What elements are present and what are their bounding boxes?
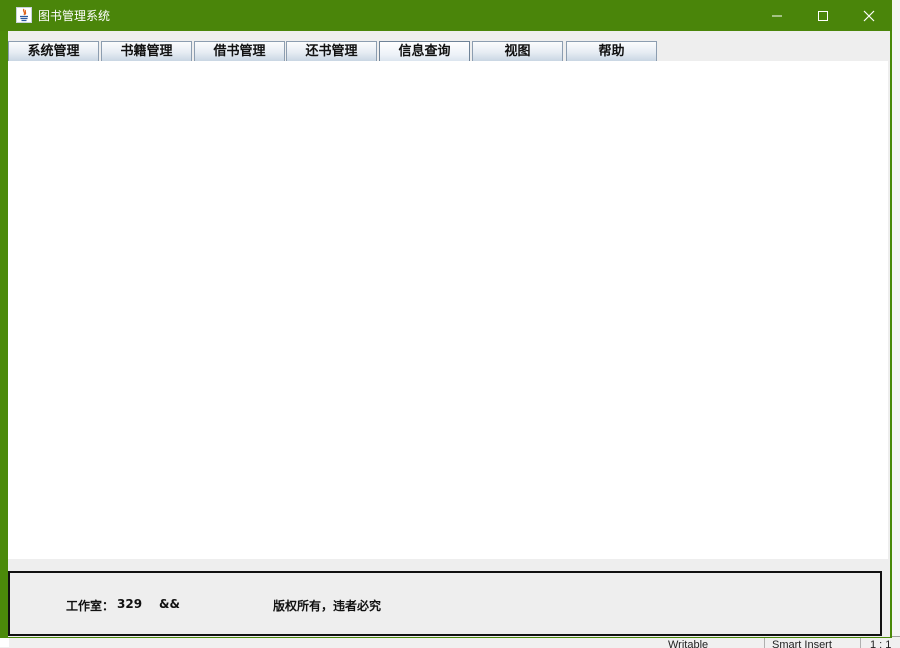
copyright-text: 版权所有，违者必究 bbox=[273, 599, 382, 613]
maximize-icon bbox=[818, 11, 828, 21]
tab-borrow-management[interactable]: 借书管理 bbox=[194, 41, 285, 61]
minimize-button[interactable] bbox=[754, 0, 800, 31]
main-content-panel bbox=[8, 61, 888, 559]
footer-panel: 工作室： 329 && 版权所有，违者必究 bbox=[8, 571, 882, 636]
client-area: 系统管理 书籍管理 借书管理 还书管理 信息查询 视图 帮助 工作室： 329 … bbox=[8, 31, 890, 637]
tab-bar: 系统管理 书籍管理 借书管理 还书管理 信息查询 视图 帮助 bbox=[8, 41, 890, 63]
maximize-button[interactable] bbox=[800, 0, 846, 31]
tab-info-query[interactable]: 信息查询 bbox=[379, 41, 470, 63]
background-status-separator bbox=[860, 637, 861, 648]
window-title: 图书管理系统 bbox=[38, 9, 111, 23]
java-app-icon bbox=[16, 7, 32, 23]
minimize-icon bbox=[772, 15, 782, 17]
close-button[interactable] bbox=[846, 0, 892, 31]
ampersand-text: && bbox=[159, 597, 180, 611]
app-window: 图书管理系统 系统管理 书籍管理 借书管理 还书管理 信息查询 视图 帮助 工作… bbox=[0, 0, 892, 638]
studio-number: 329 bbox=[117, 597, 143, 611]
title-bar[interactable]: 图书管理系统 bbox=[0, 0, 892, 31]
tab-system-management[interactable]: 系统管理 bbox=[8, 41, 99, 61]
studio-label: 工作室： bbox=[66, 599, 115, 613]
tab-book-management[interactable]: 书籍管理 bbox=[101, 41, 192, 61]
tab-return-management[interactable]: 还书管理 bbox=[286, 41, 377, 61]
background-status-separator bbox=[764, 637, 765, 648]
tab-help[interactable]: 帮助 bbox=[566, 41, 657, 61]
background-right-edge bbox=[892, 0, 900, 636]
close-icon bbox=[863, 10, 875, 22]
tab-view[interactable]: 视图 bbox=[472, 41, 563, 61]
